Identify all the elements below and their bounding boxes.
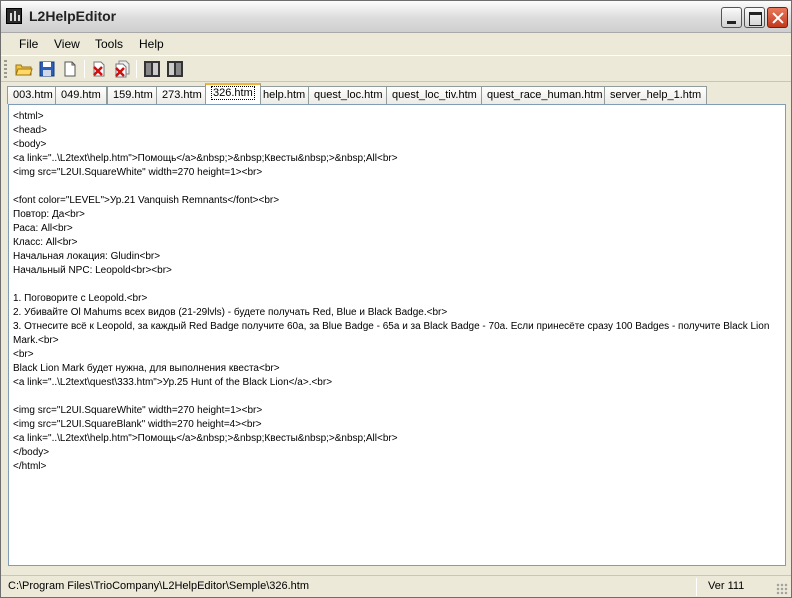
status-separator <box>696 578 697 596</box>
open-folder-icon[interactable] <box>15 60 33 78</box>
file-tabs: 003.htm 049.htm 159.htm 273.htm 326.htm … <box>7 83 787 105</box>
minimize-button[interactable] <box>721 7 742 28</box>
menu-file[interactable]: File <box>17 37 40 51</box>
toolbar-separator <box>84 60 85 78</box>
menu-tools[interactable]: Tools <box>93 37 125 51</box>
tab-326[interactable]: 326.htm <box>205 83 261 104</box>
toolbar-grip[interactable] <box>4 60 7 78</box>
tab-273[interactable]: 273.htm <box>156 86 208 104</box>
tab-quest-loc-tiv[interactable]: quest_loc_tiv.htm <box>386 86 483 104</box>
tab-quest-race-human[interactable]: quest_race_human.htm <box>481 86 609 104</box>
delete-all-icon[interactable] <box>113 60 131 78</box>
menu-help[interactable]: Help <box>137 37 166 51</box>
new-file-icon[interactable] <box>61 60 79 78</box>
code-editor[interactable]: <html> <head> <body> <a link="..\L2text\… <box>8 104 786 566</box>
tab-003[interactable]: 003.htm <box>7 86 59 104</box>
view-right-icon[interactable] <box>166 60 184 78</box>
toolbar-separator <box>136 60 137 78</box>
delete-icon[interactable] <box>90 60 108 78</box>
save-icon[interactable] <box>38 60 56 78</box>
close-button[interactable] <box>767 7 788 28</box>
editor-content[interactable]: <html> <head> <body> <a link="..\L2text\… <box>13 110 781 474</box>
tab-server-help-1[interactable]: server_help_1.htm <box>604 86 708 104</box>
tab-help[interactable]: help.htm <box>257 86 312 104</box>
app-window: L2HelpEditor File View Tools Help 003.ht… <box>0 0 792 598</box>
window-title: L2HelpEditor <box>29 8 117 24</box>
status-version: Ver 111 <box>708 580 745 592</box>
menu-view[interactable]: View <box>52 37 82 51</box>
maximize-button[interactable] <box>744 7 765 28</box>
tab-049[interactable]: 049.htm <box>55 86 107 104</box>
tab-quest-loc[interactable]: quest_loc.htm <box>308 86 389 104</box>
menu-bar: File View Tools Help <box>1 34 791 54</box>
view-left-icon[interactable] <box>143 60 161 78</box>
toolbar <box>1 55 791 82</box>
tab-159[interactable]: 159.htm <box>107 86 159 104</box>
title-bar[interactable]: L2HelpEditor <box>1 1 791 33</box>
app-icon <box>6 8 22 24</box>
status-bar: C:\Program Files\TrioCompany\L2HelpEdito… <box>1 575 791 597</box>
resize-grip-icon[interactable] <box>776 583 788 595</box>
status-file-path: C:\Program Files\TrioCompany\L2HelpEdito… <box>8 580 309 592</box>
